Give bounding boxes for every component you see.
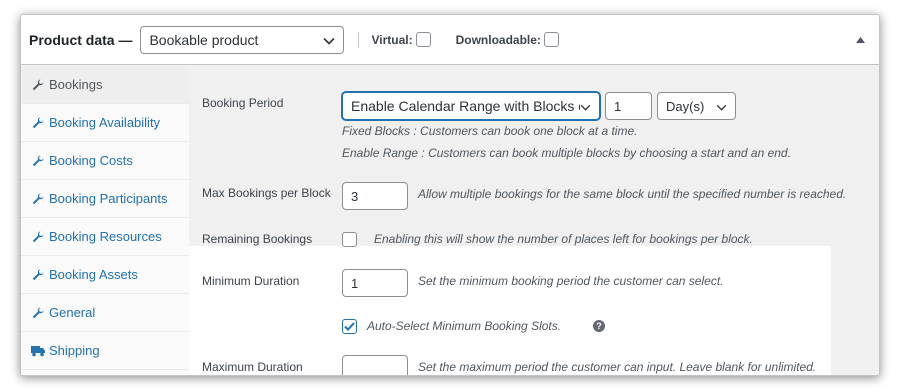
collapse-toggle-icon[interactable] [856,35,865,45]
product-data-panel: Product data — Bookable product Virtual:… [20,14,880,376]
chevron-down-icon [323,32,336,48]
wrench-icon [30,77,46,93]
booking-period-unit-value: Day(s) [666,98,705,114]
sidebar-item-booking-assets[interactable]: Booking Assets [21,256,189,294]
chevron-down-icon [580,99,591,114]
product-data-header: Product data — Bookable product Virtual:… [21,15,879,65]
minimum-duration-input[interactable]: 1 [342,269,408,297]
max-bookings-input[interactable]: 3 [342,182,408,210]
booking-period-unit-select[interactable]: Day(s) [657,92,736,120]
sidebar-item-label: Booking Participants [49,191,168,206]
wrench-icon [30,305,46,321]
booking-period-mode-select[interactable]: Enable Calendar Range with Blocks of [342,92,600,120]
downloadable-checkbox[interactable] [543,32,559,47]
truck-icon [30,343,46,359]
sidebar-item-label: Booking Availability [49,115,161,130]
maximum-duration-desc: Set the maximum period the customer can … [418,360,817,374]
checkmark-icon [344,322,355,331]
maximum-duration-label: Maximum Duration [202,360,303,374]
sidebar-item-bookings[interactable]: Bookings [21,66,189,104]
wrench-icon [30,153,46,169]
product-type-select[interactable]: Bookable product [140,25,345,54]
duration-highlight-area [189,246,831,375]
booking-period-desc-range: Enable Range : Customers can book multip… [342,146,791,160]
booking-period-label: Booking Period [202,96,284,110]
sidebar-item-label: Booking Resources [49,229,162,244]
sidebar-item-label: Booking Costs [49,153,133,168]
max-bookings-value: 3 [351,188,359,204]
sidebar-item-booking-availability[interactable]: Booking Availability [21,104,189,142]
wrench-icon [30,115,46,131]
downloadable-label: Downloadable: [455,32,541,47]
product-data-tabs: Bookings Booking Availability Booking Co… [21,66,189,375]
max-bookings-desc: Allow multiple bookings for the same blo… [418,187,847,201]
sidebar-item-label: General [49,305,96,320]
booking-period-amount-value: 1 [614,98,622,114]
booking-period-mode-value: Enable Calendar Range with Blocks of [351,98,580,114]
chevron-down-icon [716,99,727,114]
auto-select-label: Auto-Select Minimum Booking Slots. [367,319,562,333]
remaining-bookings-desc: Enabling this will show the number of pl… [374,232,753,246]
virtual-label: Virtual: [371,32,413,47]
product-type-value: Bookable product [149,31,259,48]
remaining-bookings-label: Remaining Bookings [202,232,313,246]
sidebar-item-booking-resources[interactable]: Booking Resources [21,218,189,256]
header-divider [358,31,360,48]
help-icon[interactable]: ? [593,320,605,332]
minimum-duration-value: 1 [351,275,359,291]
sidebar-item-booking-costs[interactable]: Booking Costs [21,142,189,180]
sidebar-item-shipping[interactable]: Shipping [21,332,189,370]
minimum-duration-label: Minimum Duration [202,274,300,288]
wrench-icon [30,229,46,245]
booking-period-desc-fixed: Fixed Blocks : Customers can book one bl… [342,124,638,138]
bookings-options-panel: Booking Period Enable Calendar Range wit… [189,66,879,375]
remaining-bookings-checkbox[interactable] [342,232,357,247]
virtual-checkbox[interactable] [415,32,431,47]
sidebar-item-general[interactable]: General [21,294,189,332]
sidebar-item-label: Booking Assets [49,267,138,282]
wrench-icon [30,267,46,283]
minimum-duration-desc: Set the minimum booking period the custo… [418,274,724,288]
sidebar-item-booking-participants[interactable]: Booking Participants [21,180,189,218]
maximum-duration-input[interactable] [342,355,408,375]
sidebar-item-label: Shipping [49,343,100,358]
max-bookings-label: Max Bookings per Block [202,186,331,200]
wrench-icon [30,191,46,207]
booking-period-amount-input[interactable]: 1 [605,92,652,120]
product-data-title: Product data — [29,31,133,48]
sidebar-item-label: Bookings [49,77,103,92]
auto-select-checkbox[interactable] [342,319,357,334]
